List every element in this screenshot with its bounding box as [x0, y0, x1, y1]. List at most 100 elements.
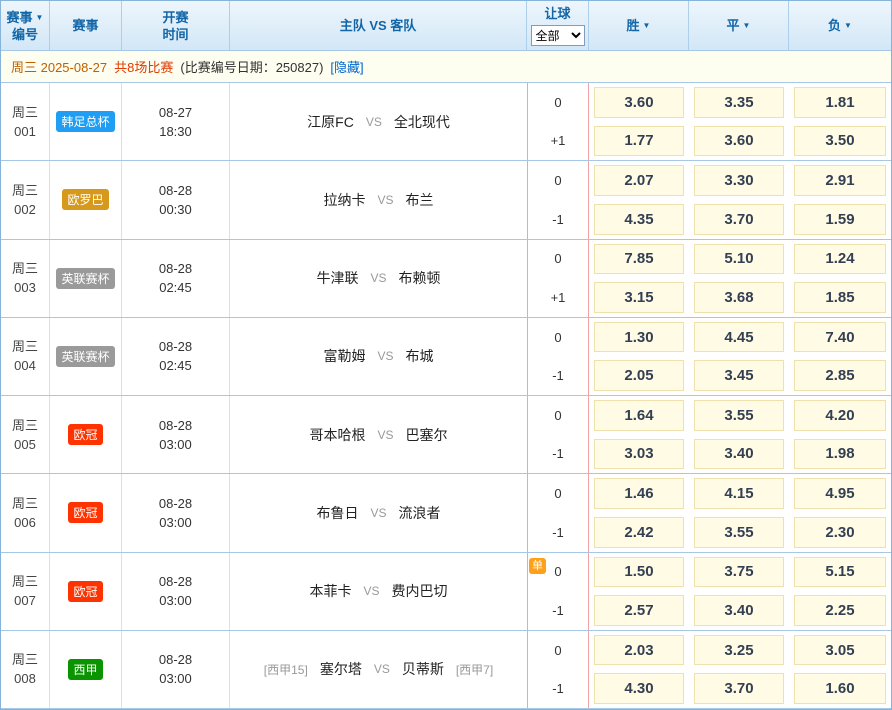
handicap-cell: 0 +1: [527, 83, 589, 160]
match-date: 08-28: [159, 337, 192, 356]
odds-lose[interactable]: 2.91: [794, 165, 886, 196]
away-team-tag: [西甲7]: [456, 661, 493, 678]
odds-table: 赛事 ▼ 编号 赛事 开赛 时间 主队 VS 客队 让球 全部 胜 ▼: [0, 0, 892, 710]
odds-lose[interactable]: 1.98: [794, 439, 886, 470]
odds-win[interactable]: 1.46: [594, 478, 684, 509]
odds-grid: 1.64 3.55 4.20 3.03 3.40 1.98: [589, 396, 891, 473]
odds-draw[interactable]: 3.75: [694, 557, 784, 588]
match-start-time: 03:00: [159, 513, 192, 532]
odds-lose[interactable]: 1.59: [794, 204, 886, 235]
odds-win[interactable]: 4.35: [594, 204, 684, 235]
odds-lose[interactable]: 2.30: [794, 517, 886, 548]
odds-draw[interactable]: 4.45: [694, 322, 784, 353]
odds-draw[interactable]: 3.25: [694, 635, 784, 666]
odds-draw[interactable]: 3.60: [694, 126, 784, 157]
odds-draw[interactable]: 3.70: [694, 204, 784, 235]
odds-draw[interactable]: 3.45: [694, 360, 784, 391]
odds-draw[interactable]: 5.10: [694, 244, 784, 275]
odds-draw[interactable]: 3.70: [694, 673, 784, 704]
col-header-match-id[interactable]: 赛事 ▼ 编号: [1, 1, 50, 50]
match-start-time: 00:30: [159, 200, 192, 219]
odds-win[interactable]: 2.03: [594, 635, 684, 666]
table-header: 赛事 ▼ 编号 赛事 开赛 时间 主队 VS 客队 让球 全部 胜 ▼: [1, 1, 891, 51]
match-id: 周三 001: [1, 83, 50, 160]
match-date: 08-28: [159, 572, 192, 591]
odds-lose[interactable]: 7.40: [794, 322, 886, 353]
home-team: 哥本哈根: [309, 425, 365, 445]
odds-draw[interactable]: 3.40: [694, 595, 784, 626]
col-header-teams-label: 主队 VS 客队: [340, 17, 417, 34]
odds-grid: 1.30 4.45 7.40 2.05 3.45 2.85: [589, 318, 891, 395]
odds-lose[interactable]: 3.50: [794, 126, 886, 157]
match-code: 008: [14, 669, 36, 688]
col-header-draw[interactable]: 平 ▼: [689, 1, 789, 50]
col-header-teams: 主队 VS 客队: [230, 1, 527, 50]
hide-link[interactable]: [隐藏]: [330, 57, 363, 76]
odds-lose[interactable]: 1.60: [794, 673, 886, 704]
odds-win[interactable]: 7.85: [594, 244, 684, 275]
vs-label: VS: [370, 271, 386, 285]
match-teams: 牛津联 VS 布赖顿: [230, 240, 527, 317]
odds-draw[interactable]: 4.15: [694, 478, 784, 509]
vs-label: VS: [377, 428, 393, 442]
match-id: 周三 006: [1, 474, 50, 551]
odds-grid: 1.46 4.15 4.95 2.42 3.55 2.30: [589, 474, 891, 551]
col-header-lose[interactable]: 负 ▼: [789, 1, 891, 50]
odds-draw[interactable]: 3.40: [694, 439, 784, 470]
odds-lose[interactable]: 1.85: [794, 282, 886, 313]
col-header-win[interactable]: 胜 ▼: [589, 1, 689, 50]
match-teams: 拉纳卡 VS 布兰: [230, 161, 527, 238]
odds-win[interactable]: 2.42: [594, 517, 684, 548]
col-header-match-id-label2: 编号: [12, 26, 38, 43]
odds-lose[interactable]: 4.20: [794, 400, 886, 431]
odds-win[interactable]: 1.50: [594, 557, 684, 588]
odds-lose[interactable]: 3.05: [794, 635, 886, 666]
away-team: 布兰: [406, 190, 434, 210]
col-header-lose-label: 负: [828, 17, 841, 34]
match-row: 周三 002 欧罗巴 08-28 00:30 拉纳卡 VS 布兰 0 -1 2.…: [1, 161, 891, 239]
odds-draw[interactable]: 3.30: [694, 165, 784, 196]
handicap-row2: -1: [528, 200, 588, 239]
odds-win[interactable]: 3.03: [594, 439, 684, 470]
odds-win[interactable]: 1.77: [594, 126, 684, 157]
odds-draw[interactable]: 3.55: [694, 400, 784, 431]
odds-win[interactable]: 2.07: [594, 165, 684, 196]
odds-lose[interactable]: 5.15: [794, 557, 886, 588]
odds-lose[interactable]: 2.85: [794, 360, 886, 391]
dropdown-caret[interactable]: ▼: [844, 17, 852, 34]
dropdown-caret[interactable]: ▼: [36, 9, 44, 26]
dropdown-caret[interactable]: ▼: [643, 17, 651, 34]
odds-win[interactable]: 4.30: [594, 673, 684, 704]
col-header-league-label: 赛事: [72, 17, 98, 34]
home-team: 本菲卡: [309, 581, 351, 601]
odds-win[interactable]: 1.30: [594, 322, 684, 353]
away-team: 费内巴切: [392, 581, 448, 601]
odds-lose[interactable]: 2.25: [794, 595, 886, 626]
match-code-note: (比赛编号日期：250827): [180, 57, 323, 76]
match-rows: 周三 001 韩足总杯 08-27 18:30 江原FC VS 全北现代 0 +…: [1, 83, 891, 709]
match-code: 006: [14, 513, 36, 532]
match-day: 周三: [12, 337, 38, 356]
odds-win[interactable]: 3.60: [594, 87, 684, 118]
handicap-cell: 0 -1: [527, 161, 589, 238]
dropdown-caret[interactable]: ▼: [743, 17, 751, 34]
odds-lose[interactable]: 1.81: [794, 87, 886, 118]
handicap-filter-select[interactable]: 全部: [531, 25, 585, 46]
odds-lose[interactable]: 4.95: [794, 478, 886, 509]
odds-grid: 2.07 3.30 2.91 4.35 3.70 1.59: [589, 161, 891, 238]
match-row: 周三 007 欧冠 08-28 03:00 本菲卡 VS 费内巴切 单 0 -1…: [1, 553, 891, 631]
odds-win[interactable]: 2.05: [594, 360, 684, 391]
odds-win[interactable]: 3.15: [594, 282, 684, 313]
odds-draw[interactable]: 3.55: [694, 517, 784, 548]
home-team: 江原FC: [307, 112, 354, 132]
match-day: 周三: [12, 103, 38, 122]
match-start-time: 02:45: [159, 278, 192, 297]
odds-draw[interactable]: 3.35: [694, 87, 784, 118]
odds-lose[interactable]: 1.24: [794, 244, 886, 275]
match-time: 08-28 02:45: [122, 240, 230, 317]
odds-draw[interactable]: 3.68: [694, 282, 784, 313]
home-team: 拉纳卡: [323, 190, 365, 210]
vs-label: VS: [377, 349, 393, 363]
odds-win[interactable]: 2.57: [594, 595, 684, 626]
odds-win[interactable]: 1.64: [594, 400, 684, 431]
